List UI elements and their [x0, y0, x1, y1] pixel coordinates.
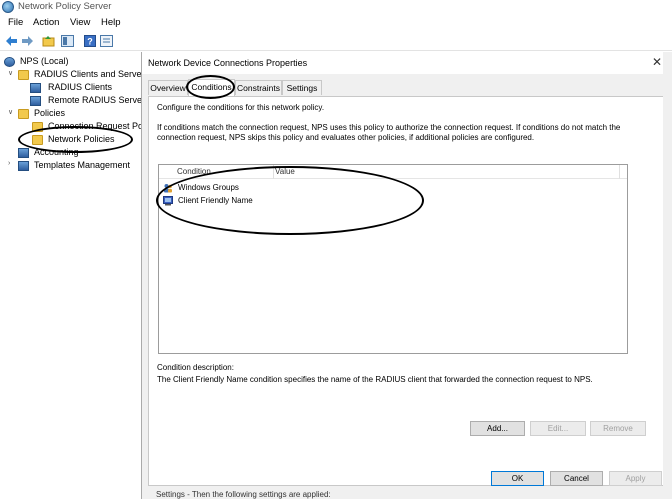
condition-description-label: Condition description: — [157, 363, 234, 372]
help-icon[interactable]: ? — [84, 35, 97, 47]
svg-text:?: ? — [87, 37, 93, 47]
collapse-chevron-icon[interactable]: ∨ — [8, 108, 16, 116]
window-title: Network Policy Server — [18, 1, 112, 12]
menu-file[interactable]: File — [8, 17, 23, 28]
users-group-icon — [163, 183, 173, 193]
list-item-windows-groups[interactable]: Windows Groups — [159, 182, 627, 195]
window-titlebar: Network Policy Server — [0, 0, 672, 14]
tab-overview[interactable]: Overview — [148, 80, 188, 95]
folder-icon — [18, 70, 29, 80]
dialog-titlebar: Network Device Connections Properties ✕ — [142, 52, 672, 74]
remove-condition-button[interactable]: Remove — [590, 421, 646, 436]
properties-dialog: Network Device Connections Properties ✕ … — [141, 52, 672, 499]
condition-label: Windows Groups — [178, 183, 239, 192]
forward-arrow-icon[interactable] — [21, 35, 34, 47]
menu-bar: File Action View Help — [0, 15, 672, 31]
expand-chevron-icon[interactable]: › — [8, 160, 16, 167]
conditions-intro: Configure the conditions for this networ… — [157, 103, 325, 112]
client-device-icon — [163, 196, 173, 206]
folder-icon — [32, 122, 43, 132]
toolbar: ? — [0, 32, 672, 51]
add-condition-button[interactable]: Add... — [470, 421, 525, 436]
server-icon — [4, 57, 15, 67]
conditions-list[interactable]: Condition Value Windows Groups Client Fr… — [158, 164, 628, 354]
list-item-client-friendly-name[interactable]: Client Friendly Name — [159, 195, 627, 208]
clients-icon — [30, 83, 41, 93]
show-hide-tree-icon[interactable] — [61, 35, 74, 47]
column-header-value[interactable]: Value — [275, 167, 295, 176]
apply-button[interactable]: Apply — [609, 471, 662, 486]
conditions-panel: Configure the conditions for this networ… — [148, 96, 667, 486]
list-header: Condition Value — [159, 165, 627, 179]
remote-server-icon — [30, 96, 41, 106]
edit-condition-button[interactable]: Edit... — [530, 421, 586, 436]
condition-label: Client Friendly Name — [178, 196, 253, 205]
conditions-explain-line2: connection request, NPS skips this polic… — [157, 133, 535, 142]
condition-description-text: The Client Friendly Name condition speci… — [157, 375, 593, 384]
accounting-icon — [18, 148, 29, 158]
folder-icon — [32, 135, 43, 145]
console-tree: NPS (Local) ∨ RADIUS Clients and Servers… — [0, 52, 149, 499]
tab-constraints[interactable]: Constraints — [235, 80, 282, 95]
properties-icon[interactable] — [100, 35, 113, 47]
close-icon[interactable]: ✕ — [650, 55, 664, 69]
column-header-condition[interactable]: Condition — [177, 167, 211, 176]
tab-conditions[interactable]: Conditions — [188, 79, 235, 96]
menu-help[interactable]: Help — [101, 17, 121, 28]
vertical-scrollbar[interactable] — [663, 52, 672, 499]
column-separator — [619, 165, 620, 179]
nps-app-icon — [2, 1, 14, 13]
conditions-explain-line1: If conditions match the connection reque… — [157, 123, 621, 132]
ok-button[interactable]: OK — [491, 471, 544, 486]
column-separator — [273, 165, 274, 179]
collapse-chevron-icon[interactable]: ∨ — [8, 69, 16, 77]
cancel-button[interactable]: Cancel — [550, 471, 603, 486]
tab-settings[interactable]: Settings — [282, 80, 322, 95]
back-arrow-icon[interactable] — [5, 35, 18, 47]
background-settings-text: Settings - Then the following settings a… — [156, 490, 331, 499]
folder-icon — [18, 109, 29, 119]
menu-action[interactable]: Action — [33, 17, 59, 28]
menu-view[interactable]: View — [70, 17, 90, 28]
templates-icon — [18, 161, 29, 171]
up-folder-icon[interactable] — [42, 35, 55, 47]
dialog-title: Network Device Connections Properties — [148, 58, 308, 68]
